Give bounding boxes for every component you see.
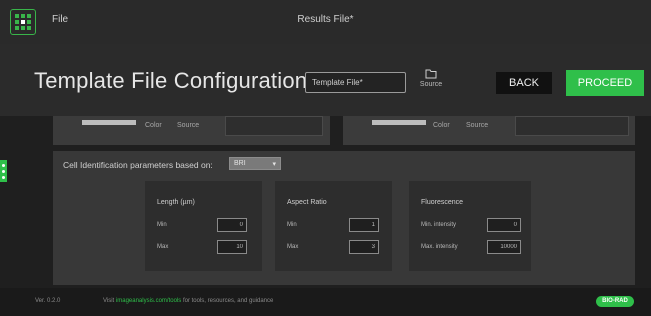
- length-max-input[interactable]: [217, 240, 247, 254]
- color-panel-right: Color Source: [343, 116, 635, 145]
- side-tab[interactable]: [0, 160, 7, 182]
- bio-rad-logo: BIO-RAD: [596, 296, 634, 307]
- max-intensity-label: Max. intensity: [421, 244, 458, 250]
- max-intensity-input[interactable]: [487, 240, 521, 254]
- card-title: Fluorescence: [421, 199, 464, 206]
- template-name-input[interactable]: [305, 72, 406, 93]
- back-button[interactable]: BACK: [496, 72, 552, 94]
- aspect-max-input[interactable]: [349, 240, 379, 254]
- side-tab-icon: [2, 164, 5, 167]
- min-label: Min: [287, 222, 297, 228]
- max-label: Max: [157, 244, 169, 250]
- card-title: Length (µm): [157, 199, 195, 206]
- visit-link[interactable]: imageanalysis.com/tools: [116, 298, 181, 304]
- aspect-min-input[interactable]: [349, 218, 379, 232]
- visit-prefix: Visit: [103, 298, 115, 304]
- source-field[interactable]: [225, 116, 323, 136]
- version-label: Ver. 0.2.0: [35, 298, 61, 304]
- proceed-button[interactable]: PROCEED: [566, 70, 644, 96]
- chevron-down-icon: ▾: [272, 161, 276, 168]
- min-label: Min: [157, 222, 167, 228]
- max-label: Max: [287, 244, 299, 250]
- color-panel-left: Color Source: [53, 116, 330, 145]
- aspect-ratio-card: Aspect Ratio Min Max: [275, 181, 392, 271]
- based-on-value: BRI: [234, 160, 246, 167]
- color-label: Color: [433, 122, 450, 129]
- fluorescence-card: Fluorescence Min. intensity Max. intensi…: [409, 181, 531, 271]
- main-content: Color Source Color Source Cell Identific…: [0, 116, 651, 288]
- card-title: Aspect Ratio: [287, 199, 327, 206]
- page-title: Template File Configuration: [34, 68, 308, 93]
- top-bar: File Results File*: [0, 0, 651, 44]
- based-on-select[interactable]: BRI ▾: [229, 157, 281, 170]
- footer: Ver. 0.2.0 Visit imageanalysis.com/tools…: [0, 288, 651, 316]
- length-card: Length (µm) Min Max: [145, 181, 262, 271]
- min-intensity-label: Min. intensity: [421, 222, 457, 228]
- source-button[interactable]: Source: [412, 69, 450, 101]
- source-label: Source: [419, 81, 443, 88]
- color-swatch[interactable]: [372, 120, 426, 125]
- page-header: Template File Configuration Source BACK …: [0, 44, 651, 116]
- source-field[interactable]: [515, 116, 629, 136]
- visit-suffix: for tools, resources, and guidance: [182, 298, 274, 304]
- folder-icon: [425, 69, 437, 79]
- cell-identification-panel: Cell Identification parameters based on:…: [53, 151, 635, 285]
- color-label: Color: [145, 122, 162, 129]
- color-swatch[interactable]: [82, 120, 136, 125]
- min-intensity-input[interactable]: [487, 218, 521, 232]
- length-min-input[interactable]: [217, 218, 247, 232]
- visit-text: Visit imageanalysis.com/tools for tools,…: [103, 298, 273, 304]
- window-title: Results File*: [297, 14, 354, 25]
- source-label[interactable]: Source: [466, 122, 488, 129]
- cell-identification-label: Cell Identification parameters based on:: [63, 160, 213, 170]
- source-label[interactable]: Source: [177, 122, 199, 129]
